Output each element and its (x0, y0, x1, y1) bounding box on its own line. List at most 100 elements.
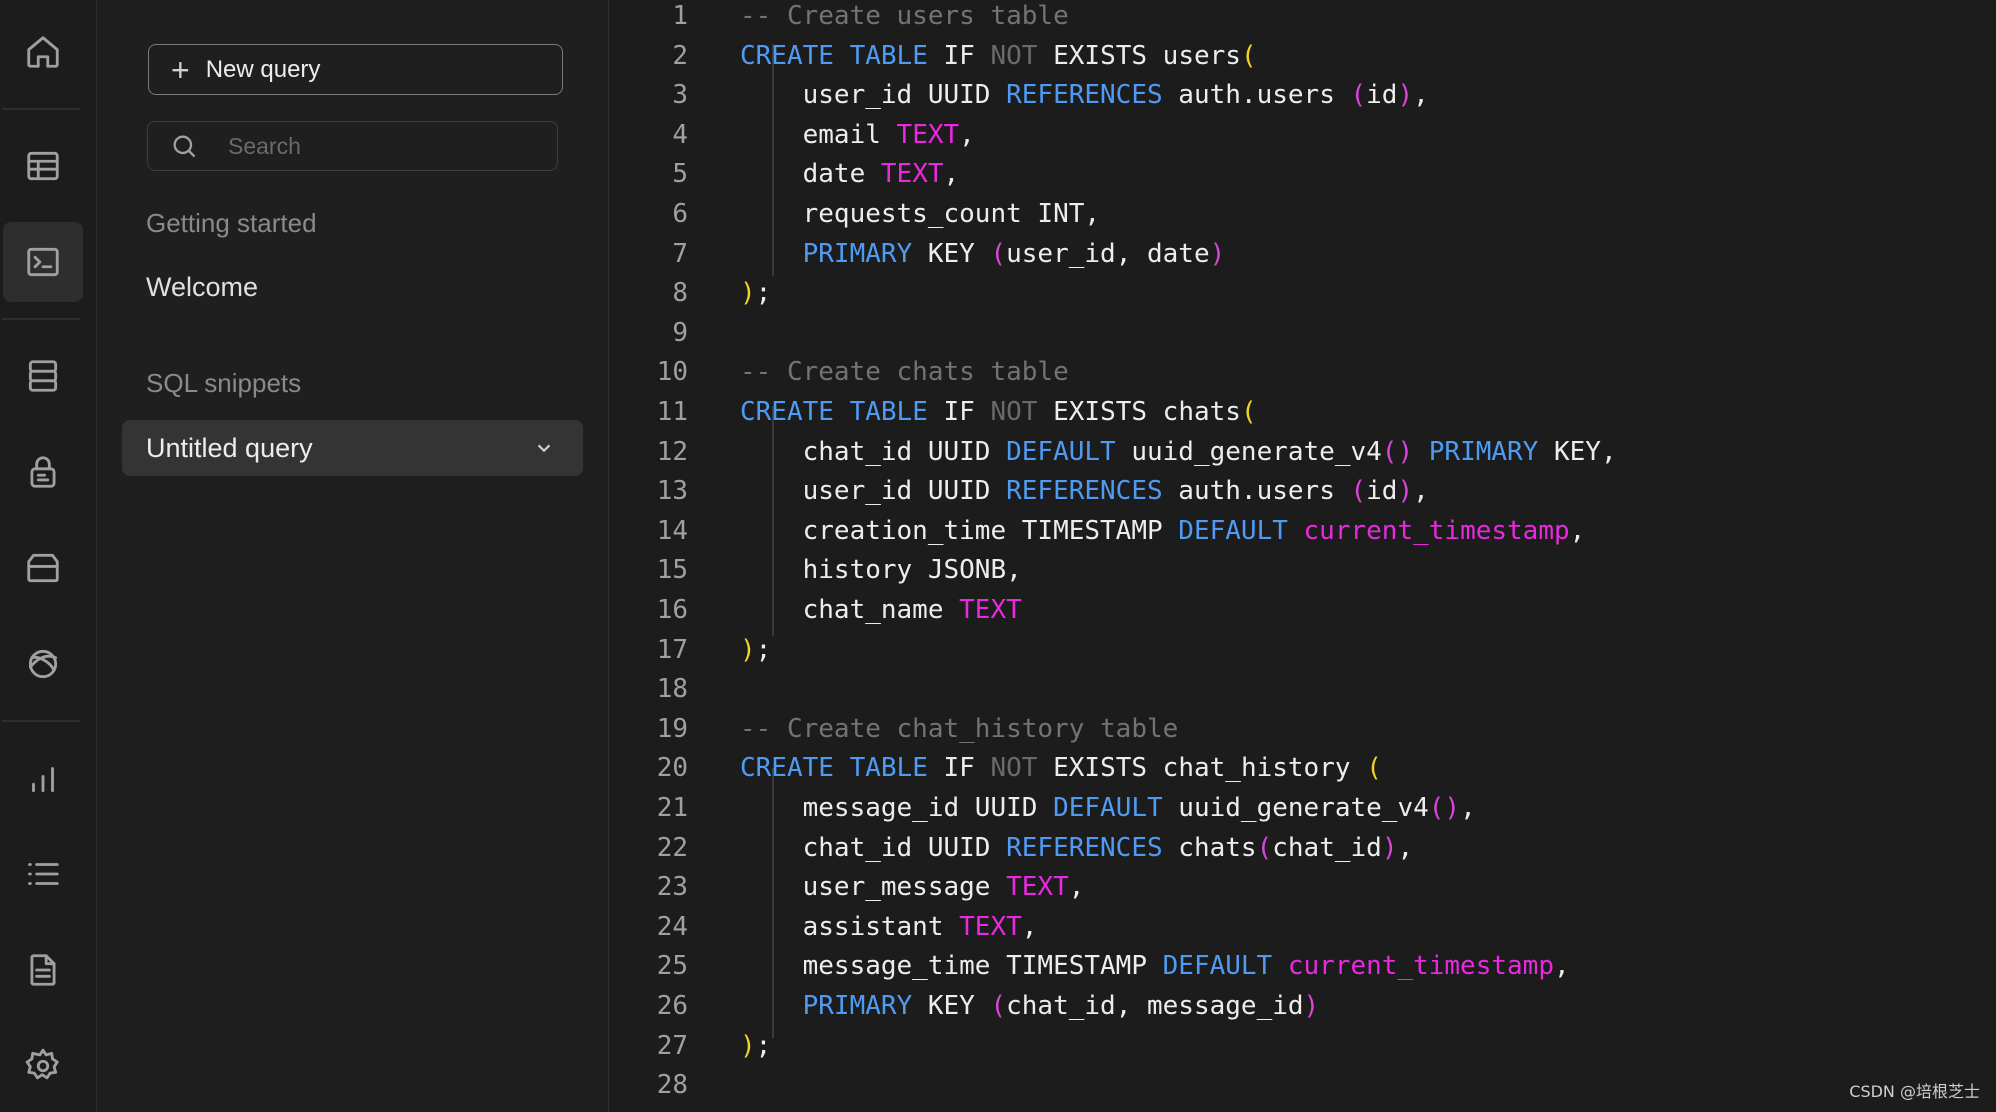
code-text: creation_time TIMESTAMP DEFAULT current_… (740, 511, 1586, 551)
sql-code-editor[interactable]: 1 -- Create users table 2 CREATE TABLE IF N… (610, 0, 1996, 1112)
logs-icon[interactable] (3, 834, 83, 914)
code-text: user_id UUID REFERENCES auth.users (id), (740, 75, 1429, 115)
storage-icon[interactable] (3, 528, 83, 608)
code-token: NOT (990, 397, 1038, 427)
new-query-button[interactable]: + New query (148, 44, 563, 95)
code-line[interactable]: 2 CREATE TABLE IF NOT EXISTS users( (610, 36, 1996, 76)
code-token: message_id UUID (740, 793, 1054, 823)
code-token: TEXT (959, 595, 1022, 625)
code-line[interactable]: 21 message_id UUID DEFAULT uuid_generate… (610, 788, 1996, 828)
line-number: 25 (656, 951, 688, 982)
code-line[interactable]: 17); (610, 630, 1996, 670)
code-token: history JSONB, (740, 555, 1022, 586)
code-line[interactable]: 16 chat_name TEXT (610, 590, 1996, 630)
code-line[interactable]: 27); (610, 1026, 1996, 1066)
line-number: 4 (672, 119, 688, 150)
code-line[interactable]: 28 (610, 1065, 1996, 1105)
code-token: ; (755, 278, 772, 309)
line-number: 6 (672, 199, 688, 229)
code-token: ) (740, 278, 756, 309)
code-line[interactable]: 8); (610, 273, 1996, 313)
code-text: -- Create users table (740, 0, 1069, 36)
database-icon[interactable] (3, 336, 83, 416)
code-text: history JSONB, (740, 550, 1022, 590)
code-line[interactable]: 24 assistant TEXT, (610, 907, 1996, 947)
code-line[interactable]: 6 requests_count INT, (610, 194, 1996, 234)
rail-divider (2, 720, 80, 722)
code-token: , (1021, 911, 1038, 942)
code-line[interactable]: 22 chat_id UUID REFERENCES chats(chat_id… (610, 828, 1996, 868)
code-token: ) (1209, 238, 1226, 269)
code-line[interactable]: 10 -- Create chats table (610, 352, 1996, 392)
rail-divider (2, 318, 80, 320)
snippet-item-untitled[interactable]: Untitled query (122, 420, 583, 476)
line-number: 9 (672, 317, 688, 348)
line-number: 14 (656, 515, 688, 546)
api-docs-icon[interactable] (3, 930, 83, 1010)
search-input[interactable] (228, 132, 528, 160)
table-editor-icon[interactable] (3, 126, 83, 206)
code-line[interactable]: 5 date TEXT, (610, 154, 1996, 194)
chevron-down-icon[interactable] (533, 437, 555, 459)
code-line[interactable]: 23 user_message TEXT, (610, 867, 1996, 907)
line-number: 12 (656, 436, 688, 467)
code-line[interactable]: 25 message_time TIMESTAMP DEFAULT curren… (610, 946, 1996, 986)
code-line[interactable]: 4 email TEXT, (610, 115, 1996, 155)
code-line[interactable]: 1 -- Create users table (610, 0, 1996, 36)
code-token: CREATE (740, 40, 834, 71)
realtime-icon[interactable] (3, 624, 83, 704)
code-text: CREATE TABLE IF NOT EXISTS users( (740, 36, 1257, 76)
code-token: ( (1240, 397, 1257, 427)
code-token: date (740, 159, 881, 190)
code-token: TABLE (849, 40, 928, 71)
code-line[interactable]: 3 user_id UUID REFERENCES auth.users (id… (610, 75, 1996, 115)
code-token: , (1553, 951, 1570, 982)
code-text: ); (740, 273, 771, 313)
code-line[interactable]: 7 PRIMARY KEY (user_id, date) (610, 234, 1996, 274)
code-token: DEFAULT (1053, 793, 1163, 823)
auth-lock-icon[interactable] (3, 432, 83, 512)
code-line[interactable]: 19 -- Create chat_history table (610, 709, 1996, 749)
reports-icon[interactable] (3, 738, 83, 818)
search-box[interactable] (147, 121, 558, 171)
code-token: EXISTS chat_history (1037, 753, 1367, 784)
code-token: DEFAULT (1006, 436, 1116, 467)
line-number: 8 (672, 278, 688, 309)
code-token: () (1381, 436, 1414, 467)
code-token: ; (755, 1030, 772, 1061)
code-token: DEFAULT (1178, 515, 1288, 546)
sql-editor-icon[interactable] (3, 222, 83, 302)
code-line[interactable]: 15 history JSONB, (610, 550, 1996, 590)
line-number: 16 (656, 595, 688, 625)
icon-rail (0, 0, 97, 1112)
code-line[interactable]: 18 (610, 669, 1996, 709)
welcome-item[interactable]: Welcome (146, 272, 258, 303)
code-token: ) (1397, 476, 1414, 507)
sql-sidebar: + New query Getting started Welcome SQL … (98, 0, 609, 1112)
home-icon[interactable] (3, 12, 83, 92)
code-line[interactable]: 12 chat_id UUID DEFAULT uuid_generate_v4… (610, 432, 1996, 472)
code-line[interactable]: 20 CREATE TABLE IF NOT EXISTS chat_histor… (610, 748, 1996, 788)
code-token: REFERENCES (1006, 80, 1163, 111)
code-token: chat_id UUID (740, 832, 1007, 863)
code-text: message_id UUID DEFAULT uuid_generate_v4… (740, 788, 1476, 828)
code-token: REFERENCES (1006, 832, 1163, 863)
settings-icon[interactable] (3, 1026, 83, 1106)
code-line[interactable]: 26 PRIMARY KEY (chat_id, message_id) (610, 986, 1996, 1026)
line-number: 19 (656, 713, 688, 744)
code-text: message_time TIMESTAMP DEFAULT current_t… (740, 946, 1570, 986)
line-number: 7 (672, 238, 688, 269)
code-token: requests_count INT, (740, 199, 1101, 229)
code-token: chat_id, message_id (1006, 991, 1304, 1021)
code-line[interactable]: 9 (610, 313, 1996, 353)
code-line[interactable]: 11 CREATE TABLE IF NOT EXISTS chats( (610, 392, 1996, 432)
code-token: , (1413, 476, 1429, 507)
code-token: ( (1256, 832, 1273, 863)
code-line[interactable]: 14 creation_time TIMESTAMP DEFAULT curre… (610, 511, 1996, 551)
code-token: , (1569, 515, 1586, 546)
code-line[interactable]: 13 user_id UUID REFERENCES auth.users (i… (610, 471, 1996, 511)
code-token: current_timestamp (1287, 951, 1554, 982)
